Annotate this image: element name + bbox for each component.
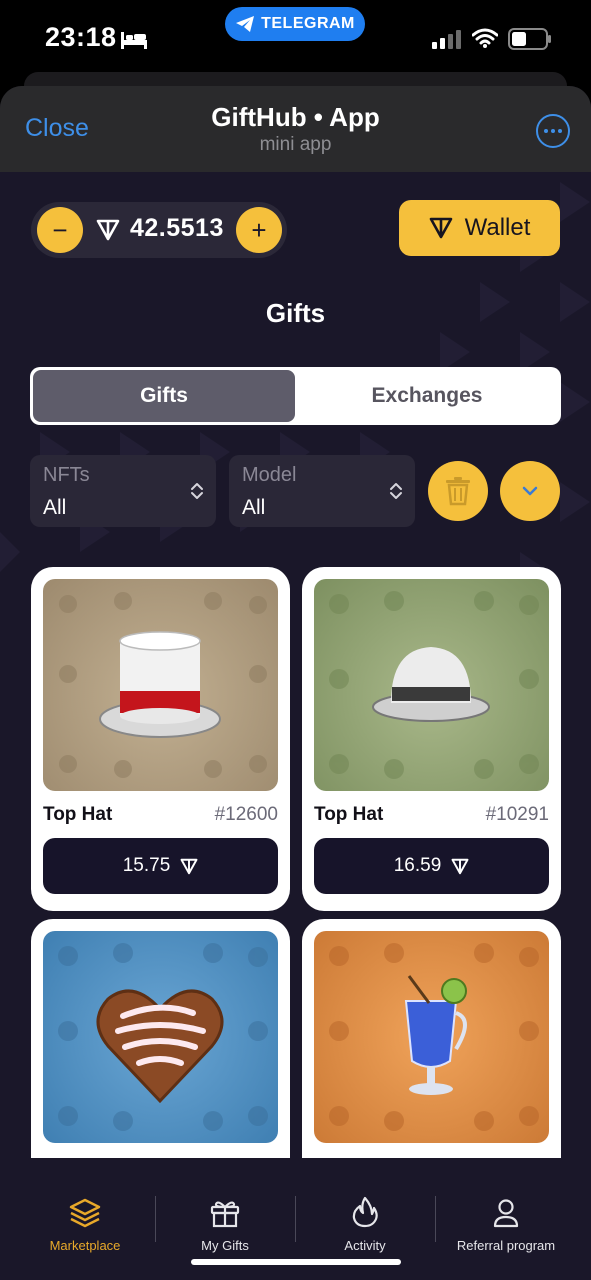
telegram-pill-label: TELEGRAM <box>261 15 355 32</box>
chevron-updown-icon <box>390 483 402 499</box>
app-title: GiftHub • App <box>211 102 380 132</box>
decrease-button[interactable]: − <box>37 207 83 253</box>
home-indicator <box>191 1259 401 1265</box>
gift-image <box>314 579 549 791</box>
status-time: 23:18 <box>45 22 117 52</box>
nav-activity[interactable]: Activity <box>295 1194 435 1253</box>
bowler-hat-image <box>329 591 539 779</box>
flame-icon <box>352 1196 378 1228</box>
gift-name: Top Hat <box>314 804 384 825</box>
nav-my-gifts[interactable]: My Gifts <box>155 1194 295 1253</box>
gift-number: #10291 <box>485 804 549 825</box>
layers-icon <box>69 1198 101 1228</box>
bed-icon <box>121 32 147 49</box>
chevron-updown-icon <box>191 483 203 499</box>
expand-filters-button[interactable] <box>500 461 560 521</box>
model-select-label: Model <box>242 464 297 486</box>
balance-pill: − 42.5513 + <box>31 202 287 258</box>
person-icon <box>493 1199 519 1228</box>
ton-icon <box>451 858 469 874</box>
balance-value: 42.5513 <box>130 214 224 242</box>
gift-number: #12600 <box>214 804 278 825</box>
gift-card[interactable]: Top Hat #12600 15.75 <box>31 567 290 911</box>
heart-cookie-image <box>58 943 268 1131</box>
trash-icon <box>446 477 470 506</box>
gift-card[interactable]: Top Hat #10291 16.59 <box>302 567 561 911</box>
clear-filters-button[interactable] <box>428 461 488 521</box>
bottom-nav: Marketplace My Gifts Activity Referral p… <box>0 1158 591 1280</box>
increase-button[interactable]: + <box>236 207 282 253</box>
gift-image <box>43 579 278 791</box>
model-select[interactable]: Model All <box>229 455 415 527</box>
content-area: − 42.5513 + Wallet Gifts Gifts Exchanges… <box>0 172 591 1280</box>
telegram-plane-icon <box>236 16 255 32</box>
nav-label: Marketplace <box>49 1238 121 1253</box>
nfts-select-value: All <box>43 496 67 519</box>
chevron-down-icon <box>522 486 538 496</box>
nav-label: Activity <box>344 1238 386 1253</box>
nfts-select[interactable]: NFTs All <box>30 455 216 527</box>
nfts-select-label: NFTs <box>43 464 90 486</box>
nav-label: Referral program <box>456 1238 556 1253</box>
sheet-header: Close GiftHub • App mini app <box>0 86 591 172</box>
wifi-icon <box>472 28 498 48</box>
nav-referral-program[interactable]: Referral program <box>436 1194 576 1253</box>
tab-exchanges[interactable]: Exchanges <box>296 370 558 422</box>
wallet-label: Wallet <box>464 214 531 241</box>
gift-price: 16.59 <box>393 855 442 876</box>
ton-icon <box>180 858 198 874</box>
ton-icon <box>429 217 452 239</box>
gift-image <box>43 931 278 1143</box>
tab-gifts[interactable]: Gifts <box>33 370 295 422</box>
cocktail-image <box>329 943 539 1131</box>
status-bar: 23:18 TELEGRAM <box>0 0 591 80</box>
wallet-button[interactable]: Wallet <box>399 200 560 256</box>
buy-button[interactable]: 15.75 <box>43 838 278 894</box>
gift-price: 15.75 <box>122 855 171 876</box>
nav-marketplace[interactable]: Marketplace <box>15 1194 155 1253</box>
ellipsis-circle-icon[interactable] <box>536 114 570 148</box>
segmented-control: Gifts Exchanges <box>30 367 561 425</box>
ton-icon <box>96 219 120 241</box>
gift-name: Top Hat <box>43 804 113 825</box>
model-select-value: All <box>242 496 266 519</box>
top-hat-image <box>59 592 267 778</box>
page-title: Gifts <box>265 298 326 328</box>
signal-icon <box>432 30 461 49</box>
telegram-pill[interactable]: TELEGRAM <box>225 7 365 41</box>
gift-image <box>314 931 549 1143</box>
app-subtitle: mini app <box>259 134 332 155</box>
mini-app-sheet: Close GiftHub • App mini app − 42.5513 +… <box>0 86 591 1280</box>
battery-icon <box>508 28 551 50</box>
buy-button[interactable]: 16.59 <box>314 838 549 894</box>
nav-label: My Gifts <box>201 1238 249 1253</box>
gift-icon <box>210 1201 240 1228</box>
